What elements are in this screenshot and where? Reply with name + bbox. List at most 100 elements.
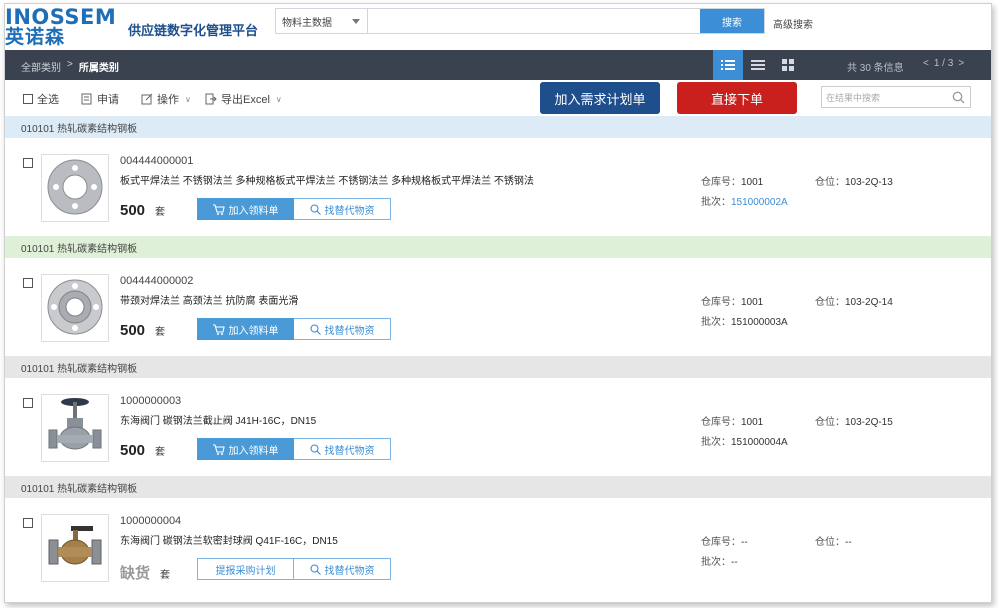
item-checkbox[interactable] xyxy=(23,158,33,168)
add-to-requisition-button[interactable]: 加入领料单 xyxy=(197,198,294,220)
location-value: 103-2Q-13 xyxy=(845,177,893,188)
item-actions: 提报采购计划 找替代物资 xyxy=(197,558,391,580)
result-search-placeholder: 在结果中搜索 xyxy=(826,92,881,103)
warehouse-label: 仓库号： xyxy=(701,177,741,188)
item-actions: 加入领料单 找替代物资 xyxy=(197,438,391,460)
search-icon[interactable] xyxy=(952,91,965,104)
grid-view-button[interactable] xyxy=(773,50,803,80)
result-search-input[interactable]: 在结果中搜索 xyxy=(821,86,971,108)
add-to-requisition-button[interactable]: 加入领料单 xyxy=(197,318,294,340)
grid-icon xyxy=(782,59,794,71)
submit-purchase-plan-button[interactable]: 提报采购计划 xyxy=(197,558,294,580)
item-quantity: 缺货套 xyxy=(120,562,170,583)
globe-valve-image xyxy=(45,396,105,461)
product-thumbnail[interactable] xyxy=(41,514,109,582)
item-checkbox[interactable] xyxy=(23,398,33,408)
item-code[interactable]: 004444000001 xyxy=(120,155,193,167)
search-category-label: 物料主数据 xyxy=(282,17,332,29)
search-input[interactable] xyxy=(368,9,700,33)
batch-value: 151000003A xyxy=(731,317,788,328)
location-label: 仓位： xyxy=(815,417,845,428)
export-icon xyxy=(205,93,217,105)
export-excel-dropdown[interactable]: 导出Excel ∨ xyxy=(205,91,282,107)
add-to-requisition-button[interactable]: 加入领料单 xyxy=(197,438,294,460)
warehouse-info: 仓库号：1001 xyxy=(701,293,763,308)
cart-icon xyxy=(212,203,225,215)
item-actions: 加入领料单 找替代物资 xyxy=(197,198,391,220)
ball-valve-image xyxy=(45,522,105,575)
logo-en: INOSSEM xyxy=(5,5,117,29)
item-checkbox[interactable] xyxy=(23,518,33,528)
item-description: 东海阀门 碳钢法兰软密封球阀 Q41F-16C，DN15 xyxy=(120,536,338,547)
batch-info: 批次：-- xyxy=(701,553,738,568)
warehouse-value: -- xyxy=(741,537,748,548)
batch-value: -- xyxy=(731,557,738,568)
logo[interactable]: INOSSEM 英诺森 xyxy=(5,6,125,48)
select-all-checkbox[interactable]: 全选 xyxy=(23,91,59,107)
list-item: 1000000003 东海阀门 碳钢法兰截止阀 J41H-16C，DN15 500 套… xyxy=(5,378,991,476)
find-substitute-button[interactable]: 找替代物资 xyxy=(294,558,391,580)
batch-value: 151000004A xyxy=(731,437,788,448)
batch-label: 批次： xyxy=(701,197,731,208)
search-button[interactable]: 搜索 xyxy=(700,9,764,33)
apply-button[interactable]: 申请 xyxy=(81,91,119,107)
warehouse-info: 仓库号：1001 xyxy=(701,173,763,188)
operate-dropdown[interactable]: 操作 ∨ xyxy=(141,91,191,107)
list-item: 1000000004 东海阀门 碳钢法兰软密封球阀 Q41F-16C，DN15 缺货… xyxy=(5,498,991,596)
batch-info: 批次：151000004A xyxy=(701,433,788,448)
advanced-search-link[interactable]: 高级搜索 xyxy=(773,16,813,31)
edit-icon xyxy=(141,93,153,105)
warehouse-label: 仓库号： xyxy=(701,417,741,428)
find-substitute-button[interactable]: 找替代物资 xyxy=(294,198,391,220)
breadcrumb-separator: > xyxy=(67,59,73,70)
item-checkbox[interactable] xyxy=(23,278,33,288)
quantity-unit: 套 xyxy=(155,327,166,338)
item-actions: 加入领料单 找替代物资 xyxy=(197,318,391,340)
find-substitute-button[interactable]: 找替代物资 xyxy=(294,318,391,340)
action-label: 找替代物资 xyxy=(324,205,375,217)
search-icon xyxy=(309,563,321,575)
location-value: 103-2Q-15 xyxy=(845,417,893,428)
product-thumbnail[interactable] xyxy=(41,154,109,222)
product-thumbnail[interactable] xyxy=(41,274,109,342)
find-substitute-button[interactable]: 找替代物资 xyxy=(294,438,391,460)
location-info: 仓位：-- xyxy=(815,533,852,548)
item-code[interactable]: 1000000003 xyxy=(120,395,181,407)
list-view-button[interactable] xyxy=(713,50,743,80)
direct-order-button[interactable]: 直接下单 xyxy=(677,82,797,114)
batch-info: 批次：151000003A xyxy=(701,313,788,328)
action-label: 找替代物资 xyxy=(324,445,375,457)
item-quantity: 500 套 xyxy=(120,442,165,459)
compact-list-view-button[interactable] xyxy=(743,50,773,80)
pager: < 1 / 3 > xyxy=(923,58,964,69)
search-icon xyxy=(309,443,321,455)
breadcrumb: 全部类别 > 所属类别 xyxy=(21,59,119,74)
group-header: 010101 热轧碳素结构钢板 xyxy=(5,116,991,138)
chevron-down-icon xyxy=(352,19,360,24)
item-code[interactable]: 004444000002 xyxy=(120,275,193,287)
item-code[interactable]: 1000000004 xyxy=(120,515,181,527)
pager-prev-button[interactable]: < xyxy=(923,58,929,69)
warehouse-label: 仓库号： xyxy=(701,297,741,308)
add-to-plan-button[interactable]: 加入需求计划单 xyxy=(540,82,660,114)
warehouse-info: 仓库号：-- xyxy=(701,533,748,548)
list-item: 004444000002 带颈对焊法兰 高颈法兰 抗防腐 表面光滑 500 套 加入领料… xyxy=(5,258,991,356)
pager-page-indicator: 1 / 3 xyxy=(933,58,954,69)
breadcrumb-all[interactable]: 全部类别 xyxy=(21,59,61,74)
pager-next-button[interactable]: > xyxy=(958,58,964,69)
export-label: 导出Excel xyxy=(221,94,270,106)
action-label: 找替代物资 xyxy=(324,325,375,337)
quantity-value: 500 xyxy=(120,322,146,339)
search-category-select[interactable]: 物料主数据 xyxy=(276,9,368,33)
operate-label: 操作 xyxy=(157,94,179,106)
product-thumbnail[interactable] xyxy=(41,394,109,462)
cart-icon xyxy=(212,443,225,455)
group-header: 010101 热轧碳素结构钢板 xyxy=(5,356,991,378)
location-label: 仓位： xyxy=(815,537,845,548)
batch-label: 批次： xyxy=(701,437,731,448)
batch-value[interactable]: 151000002A xyxy=(731,197,788,208)
item-description: 东海阀门 碳钢法兰截止阀 J41H-16C，DN15 xyxy=(120,416,317,427)
location-value: -- xyxy=(845,537,852,548)
navbar: 全部类别 > 所属类别 共 30 条信息 < 1 / 3 > xyxy=(5,50,991,80)
chevron-down-icon: ∨ xyxy=(185,94,191,104)
